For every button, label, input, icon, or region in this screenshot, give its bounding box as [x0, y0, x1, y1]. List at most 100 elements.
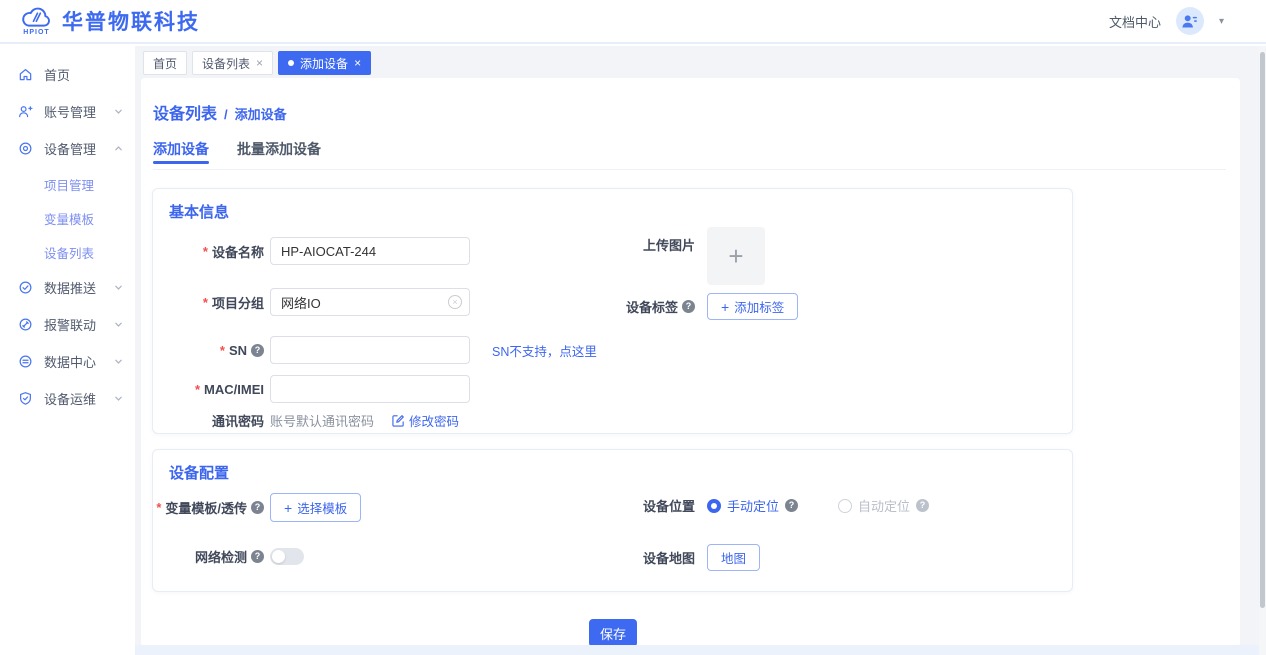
save-button[interactable]: 保存: [589, 619, 637, 647]
tab-label: 添加设备: [300, 56, 349, 71]
tabstrip-tab-device-list[interactable]: 设备列表 ×: [192, 51, 274, 75]
user-avatar[interactable]: [1175, 7, 1204, 35]
sidebar-item-label: 报警联动: [44, 318, 97, 333]
clear-icon[interactable]: ×: [448, 295, 462, 309]
chevron-down-icon: [114, 394, 123, 403]
sidebar-subitem-variable-template[interactable]: 变量模板: [0, 201, 135, 235]
comm-password-row: 通讯密码 账号默认通讯密码 修改密码: [153, 411, 459, 430]
project-group-label: * 项目分组: [202, 294, 264, 311]
project-group-input[interactable]: [270, 288, 470, 316]
auto-location-radio[interactable]: [838, 498, 853, 513]
edit-icon: [392, 415, 404, 427]
device-config-title: 设备配置: [169, 465, 230, 482]
device-tag-label: 设备标签 ?: [541, 297, 695, 316]
help-icon[interactable]: ?: [251, 550, 264, 563]
select-template-button[interactable]: + 选择模板: [270, 493, 362, 522]
device-ops-icon: [18, 391, 33, 406]
basic-info-panel: 基本信息 * 设备名称 * 项目分组: [152, 188, 1073, 434]
sidebar-subitem-device-list[interactable]: 设备列表: [0, 235, 135, 269]
sidebar-item-data-center[interactable]: 数据中心: [0, 343, 135, 380]
close-icon[interactable]: ×: [354, 56, 361, 70]
project-group-row: * 项目分组 ×: [153, 288, 470, 316]
help-icon[interactable]: ?: [251, 501, 264, 514]
tab-label: 设备列表: [202, 56, 251, 71]
comm-password-value: 账号默认通讯密码: [270, 414, 375, 429]
avatar-caret-icon[interactable]: ▾: [1219, 16, 1224, 27]
content-card: 设备列表 / 添加设备 添加设备 批量添加设备 基本信息 * 设备名称 HP-A…: [141, 78, 1240, 647]
sidebar-item-label: 设备运维: [44, 392, 97, 407]
sn-not-supported-link[interactable]: SN不支持，点这里: [492, 341, 597, 360]
sidebar-item-label: 设备管理: [44, 142, 97, 157]
device-name-label: * 设备名称: [202, 243, 264, 260]
sn-input[interactable]: [270, 336, 470, 364]
sidebar-item-label: 数据中心: [44, 355, 97, 370]
device-location-label: 设备位置: [642, 499, 695, 514]
network-check-toggle[interactable]: [270, 548, 304, 565]
change-password-action[interactable]: 修改密码: [392, 411, 459, 430]
sn-label: * SN ?: [153, 343, 264, 358]
sidebar-item-label: 首页: [44, 68, 71, 83]
upload-image-label: 上传图片: [642, 238, 695, 253]
brand-small-text: HPIOT: [23, 29, 50, 36]
device-location-row: 设备位置 手动定位 ? 自动定位 ?: [541, 496, 930, 515]
required-mark: *: [202, 243, 208, 259]
plus-icon: +: [728, 240, 744, 271]
page-tabstrip: 首页 设备列表 × 添加设备 ×: [143, 51, 372, 75]
form-tabs: 添加设备 批量添加设备: [153, 134, 1226, 170]
manual-location-radio[interactable]: [707, 498, 721, 513]
chevron-down-icon: [114, 107, 123, 116]
help-icon[interactable]: ?: [682, 300, 695, 313]
sidebar-nav: 首页 账号管理 设备管理 项目管理 变量模板 设备列表 数据推送 报警联动 数据…: [0, 46, 135, 655]
help-icon[interactable]: ?: [785, 499, 799, 512]
tab-batch-add-device[interactable]: 批量添加设备: [237, 134, 321, 169]
required-mark: *: [202, 294, 208, 310]
device-mgmt-icon: [18, 141, 33, 156]
tabstrip-tab-home[interactable]: 首页: [143, 51, 188, 75]
manual-location-label[interactable]: 手动定位: [727, 496, 779, 515]
variable-template-label: * 变量模板/透传 ?: [153, 498, 264, 517]
change-password-link[interactable]: 修改密码: [409, 411, 459, 430]
required-mark: *: [219, 342, 225, 358]
mac-imei-input[interactable]: [270, 375, 470, 403]
upload-image-button[interactable]: +: [707, 227, 765, 285]
brand-name: 华普物联科技: [62, 10, 200, 34]
data-center-icon: [18, 354, 33, 369]
network-check-label: 网络检测 ?: [153, 547, 264, 566]
tabstrip-tab-add-device[interactable]: 添加设备 ×: [278, 51, 372, 75]
sidebar-item-label: 数据推送: [44, 281, 97, 296]
add-tag-button[interactable]: + 添加标签: [707, 293, 799, 320]
help-icon[interactable]: ?: [916, 499, 930, 512]
map-button[interactable]: 地图: [707, 544, 761, 571]
sn-row: * SN ? SN不支持，点这里: [153, 336, 597, 364]
sidebar-item-account[interactable]: 账号管理: [0, 93, 135, 130]
device-name-input[interactable]: [270, 237, 470, 265]
cloud-logo-icon: HPIOT: [20, 6, 53, 36]
doc-center-link[interactable]: 文档中心: [1109, 12, 1161, 31]
required-mark: *: [194, 381, 201, 397]
sidebar-item-device-ops[interactable]: 设备运维: [0, 380, 135, 417]
chevron-down-icon: [114, 320, 123, 329]
sidebar-item-alarm-linkage[interactable]: 报警联动: [0, 306, 135, 343]
scrollbar-thumb[interactable]: [1260, 52, 1265, 608]
help-icon[interactable]: ?: [251, 343, 264, 357]
sidebar-item-home[interactable]: 首页: [0, 56, 135, 93]
avatar-person-icon: [1182, 14, 1198, 27]
auto-location-label[interactable]: 自动定位: [858, 496, 910, 515]
chevron-up-icon: [114, 144, 123, 153]
device-config-panel: 设备配置 * 变量模板/透传 ? + 选择模板 网络检测 ? 设备位置 手动定位…: [152, 449, 1073, 592]
breadcrumb-current: 添加设备: [234, 107, 287, 122]
account-icon: [18, 104, 33, 119]
comm-password-label: 通讯密码: [211, 414, 264, 429]
sidebar-item-data-push[interactable]: 数据推送: [0, 269, 135, 306]
sidebar-item-device-mgmt[interactable]: 设备管理: [0, 130, 135, 167]
main-content-area: 首页 设备列表 × 添加设备 × 设备列表 / 添加设备 添加设备 批量添加设备: [135, 46, 1266, 655]
close-icon[interactable]: ×: [256, 56, 263, 70]
tab-add-device[interactable]: 添加设备: [153, 134, 209, 169]
sidebar-item-label: 账号管理: [44, 105, 97, 120]
chevron-down-icon: [114, 357, 123, 366]
app-window: HPIOT 华普物联科技 文档中心 ▾ 首页 账号管理 设备管理 项目管理 变量…: [0, 0, 1266, 655]
plus-icon: +: [721, 298, 730, 315]
breadcrumb-parent[interactable]: 设备列表: [153, 100, 217, 124]
sidebar-subitem-project-mgmt[interactable]: 项目管理: [0, 167, 135, 201]
mac-imei-row: * MAC/IMEI: [153, 375, 470, 403]
